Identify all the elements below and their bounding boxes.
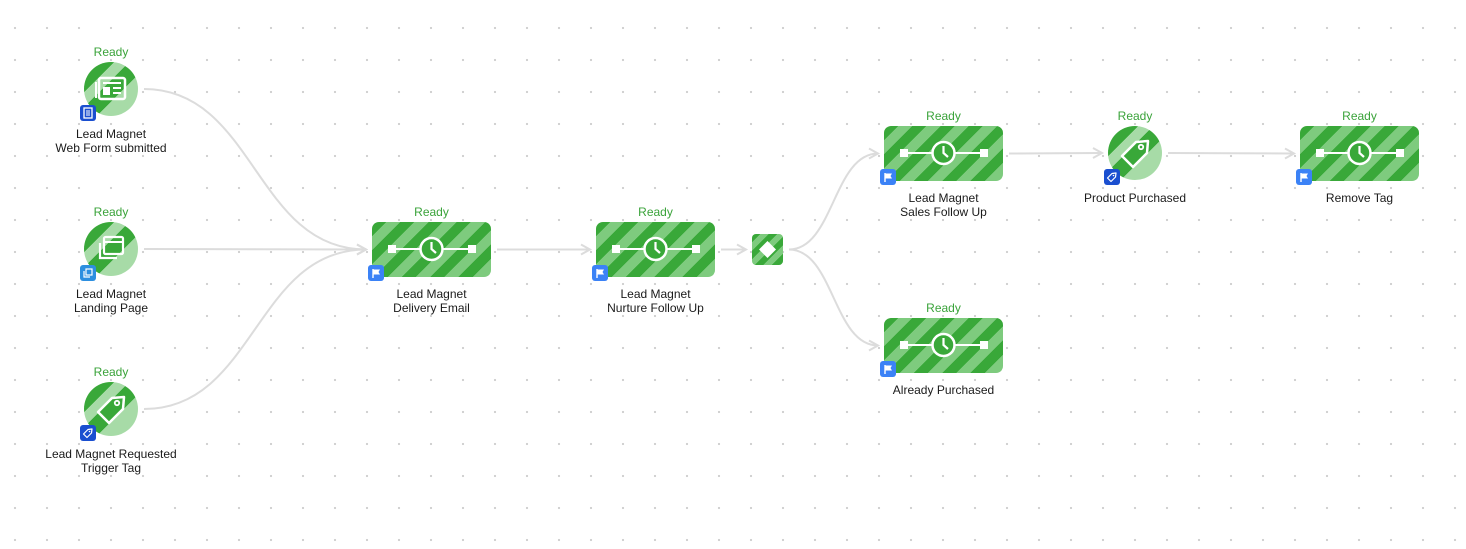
- timer-icon: [900, 332, 988, 358]
- node-label-line1: Remove Tag: [1325, 191, 1394, 205]
- campaign-canvas[interactable]: Ready Lead Magnet Web Form submitted Rea…: [0, 0, 1466, 549]
- node-status: Ready: [1342, 109, 1377, 123]
- decision-box: [752, 234, 783, 265]
- arrowhead: [1284, 147, 1297, 160]
- node-label: Already Purchased: [824, 383, 1063, 397]
- connector-product-purchased-to-remove-tag[interactable]: [1167, 152, 1295, 155]
- node-label: Lead Magnet Landing Page: [24, 287, 198, 315]
- arrowhead: [868, 147, 881, 160]
- connector-landing-page-to-delivery-email[interactable]: [143, 248, 367, 251]
- flag-badge-icon: [880, 169, 896, 185]
- node-label-line1: Lead Magnet Requested: [45, 447, 177, 461]
- node-label-line1: Already Purchased: [892, 383, 995, 397]
- node-label: Remove Tag: [1240, 191, 1466, 205]
- flag-badge-icon: [880, 361, 896, 377]
- node-label-line2: Delivery Email: [393, 301, 470, 315]
- node-already-purchased[interactable]: Ready Already Purchased: [880, 300, 1003, 420]
- flag-badge-icon: [592, 265, 608, 281]
- arrowhead: [1092, 147, 1105, 159]
- sequence-box: [596, 222, 715, 277]
- node-label-line1: Lead Magnet: [908, 191, 979, 205]
- node-status: Ready: [926, 301, 961, 315]
- node-label-line1: Lead Magnet: [620, 287, 691, 301]
- node-label-line2: Sales Follow Up: [900, 205, 987, 219]
- connector-web-form-to-delivery-email[interactable]: [143, 88, 367, 251]
- node-status: Ready: [926, 109, 961, 123]
- node-remove-tag[interactable]: Ready Remove Tag: [1296, 108, 1419, 228]
- node-label: Lead Magnet Delivery Email: [312, 287, 551, 315]
- sequence-box: [372, 222, 491, 277]
- node-landing-page[interactable]: Ready Lead Magnet Landing Page: [74, 204, 148, 324]
- node-product-purchased[interactable]: Ready Product Purchased: [1084, 108, 1186, 228]
- node-status: Ready: [93, 205, 129, 219]
- sequence-box: [884, 318, 1003, 373]
- connector-decision-to-already-purchased[interactable]: [788, 248, 879, 347]
- page-badge-icon: [80, 265, 96, 281]
- node-label-line1: Lead Magnet: [75, 127, 147, 141]
- timer-icon: [388, 236, 476, 262]
- node-status: Ready: [93, 365, 129, 379]
- arrowhead: [580, 243, 593, 256]
- arrowhead: [356, 243, 369, 256]
- timer-icon: [900, 140, 988, 166]
- node-label: Lead Magnet Requested Trigger Tag: [24, 447, 198, 475]
- connector-trigger-tag-to-delivery-email[interactable]: [143, 248, 367, 410]
- arrowhead: [736, 243, 749, 256]
- timer-icon: [612, 236, 700, 262]
- node-label-line1: Product Purchased: [1083, 191, 1187, 205]
- node-status: Ready: [1117, 109, 1153, 123]
- node-label-line2: Landing Page: [73, 301, 149, 315]
- node-status: Ready: [638, 205, 673, 219]
- node-status: Ready: [414, 205, 449, 219]
- node-label-line1: Lead Magnet: [396, 287, 467, 301]
- node-decision[interactable]: [752, 234, 783, 265]
- node-label: Lead Magnet Web Form submitted: [24, 127, 198, 155]
- node-label: Lead Magnet Nurture Follow Up: [536, 287, 775, 315]
- node-label-line1: Lead Magnet: [75, 287, 147, 301]
- node-delivery-email[interactable]: Ready Lead Magnet Delivery Email: [368, 204, 491, 324]
- node-label-line2: Trigger Tag: [80, 461, 142, 475]
- tag-badge-icon: [80, 425, 96, 441]
- arrowhead: [356, 243, 369, 256]
- diamond-icon: [759, 241, 776, 258]
- sequence-box: [1300, 126, 1419, 181]
- node-nurture-follow-up[interactable]: Ready Lead Magnet Nurture Follow Up: [592, 204, 715, 324]
- connector-sales-follow-up-to-product-purchased[interactable]: [1008, 152, 1103, 155]
- form-badge-icon: [80, 105, 96, 121]
- node-trigger-tag[interactable]: Ready Lead Magnet Requested Trigger Tag: [45, 364, 176, 484]
- node-status: Ready: [93, 45, 129, 59]
- node-label: Product Purchased: [1048, 191, 1222, 205]
- arrowhead: [868, 339, 881, 352]
- node-label: Lead Magnet Sales Follow Up: [824, 191, 1063, 219]
- node-web-form[interactable]: Ready Lead Magnet Web Form submitted: [55, 44, 166, 164]
- node-sales-follow-up[interactable]: Ready Lead Magnet Sales Follow Up: [880, 108, 1003, 228]
- flag-badge-icon: [368, 265, 384, 281]
- connections-layer: [143, 88, 1297, 410]
- sequence-box: [884, 126, 1003, 181]
- arrowhead: [356, 243, 369, 256]
- node-label-line2: Web Form submitted: [55, 141, 167, 155]
- timer-icon: [1316, 140, 1404, 166]
- node-label-line2: Nurture Follow Up: [607, 301, 704, 315]
- flag-badge-icon: [1296, 169, 1312, 185]
- tag-badge-icon: [1104, 169, 1120, 185]
